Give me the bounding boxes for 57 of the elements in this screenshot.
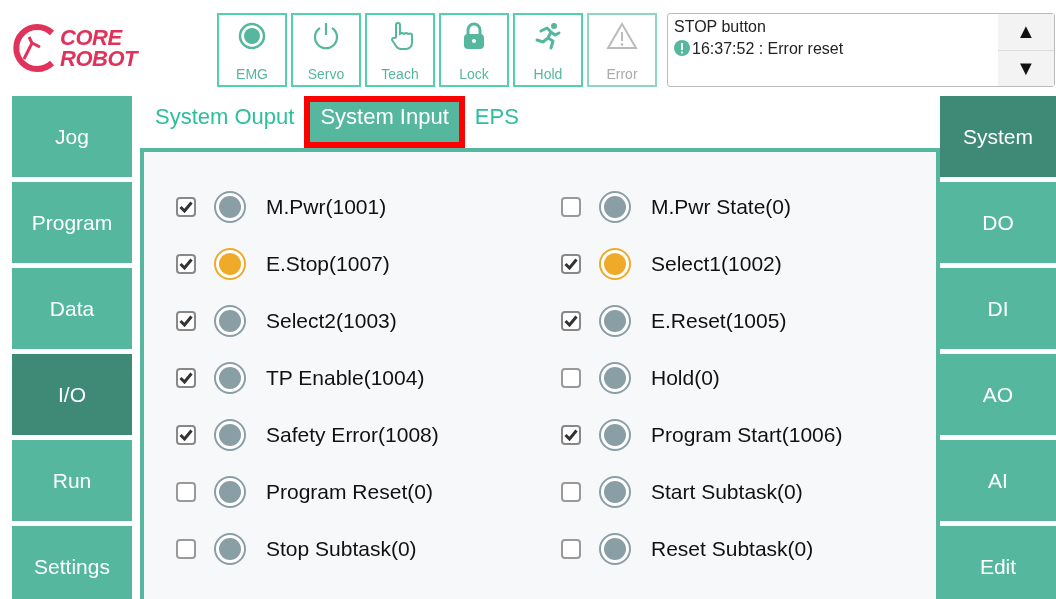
checkbox[interactable]: [176, 424, 196, 445]
checkbox[interactable]: [176, 367, 196, 388]
checkbox[interactable]: [561, 424, 581, 445]
signal-label: E.Reset(1005): [651, 308, 787, 333]
power-icon: [311, 21, 341, 51]
logo-text: CORE: [60, 27, 124, 48]
signal-label: E.Stop(1007): [266, 251, 390, 276]
scroll-up-button[interactable]: ▲: [998, 14, 1054, 51]
nav-button[interactable]: System: [940, 96, 1056, 177]
nav-button[interactable]: Settings: [12, 526, 132, 599]
nav-button[interactable]: Data: [12, 268, 132, 349]
nav-button[interactable]: Program: [12, 182, 132, 263]
signal-label: Program Reset(0): [266, 479, 433, 504]
nav-button[interactable]: DO: [940, 182, 1056, 263]
toolbar-button[interactable]: Lock: [439, 13, 509, 87]
signal-label: Start Subtask(0): [651, 479, 803, 504]
signal-label: Select2(1003): [266, 308, 397, 333]
checkbox[interactable]: [176, 196, 196, 217]
nav-button[interactable]: DI: [940, 268, 1056, 349]
tab[interactable]: System Input: [304, 96, 465, 148]
signal-label: Program Start(1006): [651, 422, 843, 447]
toolbar-button[interactable]: EMG: [217, 13, 287, 87]
signal-label: M.Pwr State(0): [651, 194, 792, 219]
message-text: 16:37:52 : Error reset: [692, 40, 844, 57]
logo-text: ROBOT: [60, 48, 137, 69]
signal-label: Stop Subtask(0): [266, 536, 417, 561]
nav-button[interactable]: Jog: [12, 96, 132, 177]
checkbox[interactable]: [176, 538, 196, 559]
nav-button[interactable]: Run: [12, 440, 132, 521]
toolbar-button[interactable]: Hold: [513, 13, 583, 87]
checkbox[interactable]: [176, 481, 196, 502]
warning-icon: [606, 21, 638, 51]
checkbox[interactable]: [561, 253, 581, 274]
signal-label: TP Enable(1004): [266, 365, 425, 390]
signal-label: Reset Subtask(0): [651, 536, 814, 561]
toolbar-button[interactable]: Servo: [291, 13, 361, 87]
record-icon: [237, 21, 267, 51]
signal-label: Safety Error(1008): [266, 422, 439, 447]
alert-icon: [674, 40, 690, 56]
signal-label: Select1(1002): [651, 251, 782, 276]
checkbox[interactable]: [176, 310, 196, 331]
checkbox[interactable]: [176, 253, 196, 274]
nav-button[interactable]: I/O: [12, 354, 132, 435]
nav-button[interactable]: Edit: [940, 526, 1056, 599]
nav-button[interactable]: AI: [940, 440, 1056, 521]
checkbox[interactable]: [561, 481, 581, 502]
toolbar-button[interactable]: Teach: [365, 13, 435, 87]
nav-button[interactable]: AO: [940, 354, 1056, 435]
signal-label: Hold(0): [651, 365, 720, 390]
checkbox[interactable]: [561, 538, 581, 559]
checkbox[interactable]: [561, 367, 581, 388]
signal-label: M.Pwr(1001): [266, 194, 387, 219]
checkbox[interactable]: [561, 196, 581, 217]
message-title: STOP button: [674, 17, 767, 37]
running-figure-icon: [533, 21, 563, 51]
scroll-down-button[interactable]: ▼: [998, 50, 1054, 86]
checkbox[interactable]: [561, 310, 581, 331]
